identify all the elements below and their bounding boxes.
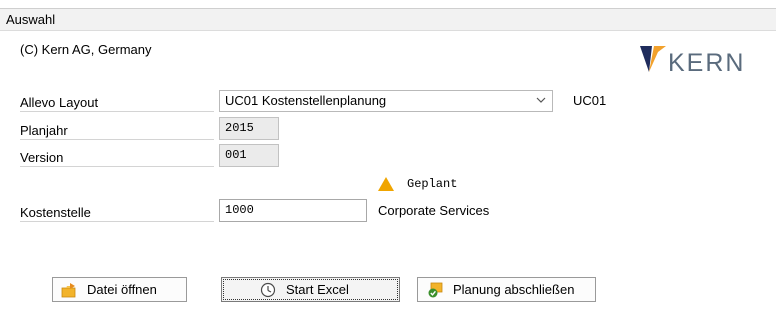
open-file-label: Datei öffnen xyxy=(87,282,157,297)
warning-triangle-icon xyxy=(378,177,394,191)
planjahr-field[interactable]: 2015 xyxy=(219,117,279,140)
finish-planning-label: Planung abschließen xyxy=(453,282,575,297)
chevron-down-icon xyxy=(536,97,546,103)
open-file-button[interactable]: Datei öffnen xyxy=(52,277,187,302)
kern-logo-mark xyxy=(640,46,666,72)
start-clock-icon xyxy=(260,282,276,298)
layout-select-value: UC01 Kostenstellenplanung xyxy=(225,93,387,108)
group-title: Auswahl xyxy=(0,9,776,31)
kostenstelle-label: Kostenstelle xyxy=(20,203,214,222)
layout-label: Allevo Layout xyxy=(20,93,214,112)
start-excel-button[interactable]: Start Excel xyxy=(221,277,400,302)
finish-planning-button[interactable]: Planung abschließen xyxy=(417,277,596,302)
kostenstelle-input[interactable]: 1000 xyxy=(219,199,367,222)
planjahr-label: Planjahr xyxy=(20,121,214,140)
copyright-text: (C) Kern AG, Germany xyxy=(20,42,152,57)
kern-logo: KERN xyxy=(636,42,776,78)
layout-code: UC01 xyxy=(573,93,607,108)
layout-select[interactable]: UC01 Kostenstellenplanung xyxy=(219,90,553,112)
finish-planning-icon xyxy=(428,282,443,298)
version-label: Version xyxy=(20,148,214,167)
version-field[interactable]: 001 xyxy=(219,144,279,167)
status-text: Geplant xyxy=(407,177,458,191)
logo-wordmark: KERN xyxy=(668,49,746,77)
kostenstelle-description: Corporate Services xyxy=(378,203,490,218)
open-folder-icon xyxy=(61,283,76,298)
start-excel-label: Start Excel xyxy=(286,282,349,297)
